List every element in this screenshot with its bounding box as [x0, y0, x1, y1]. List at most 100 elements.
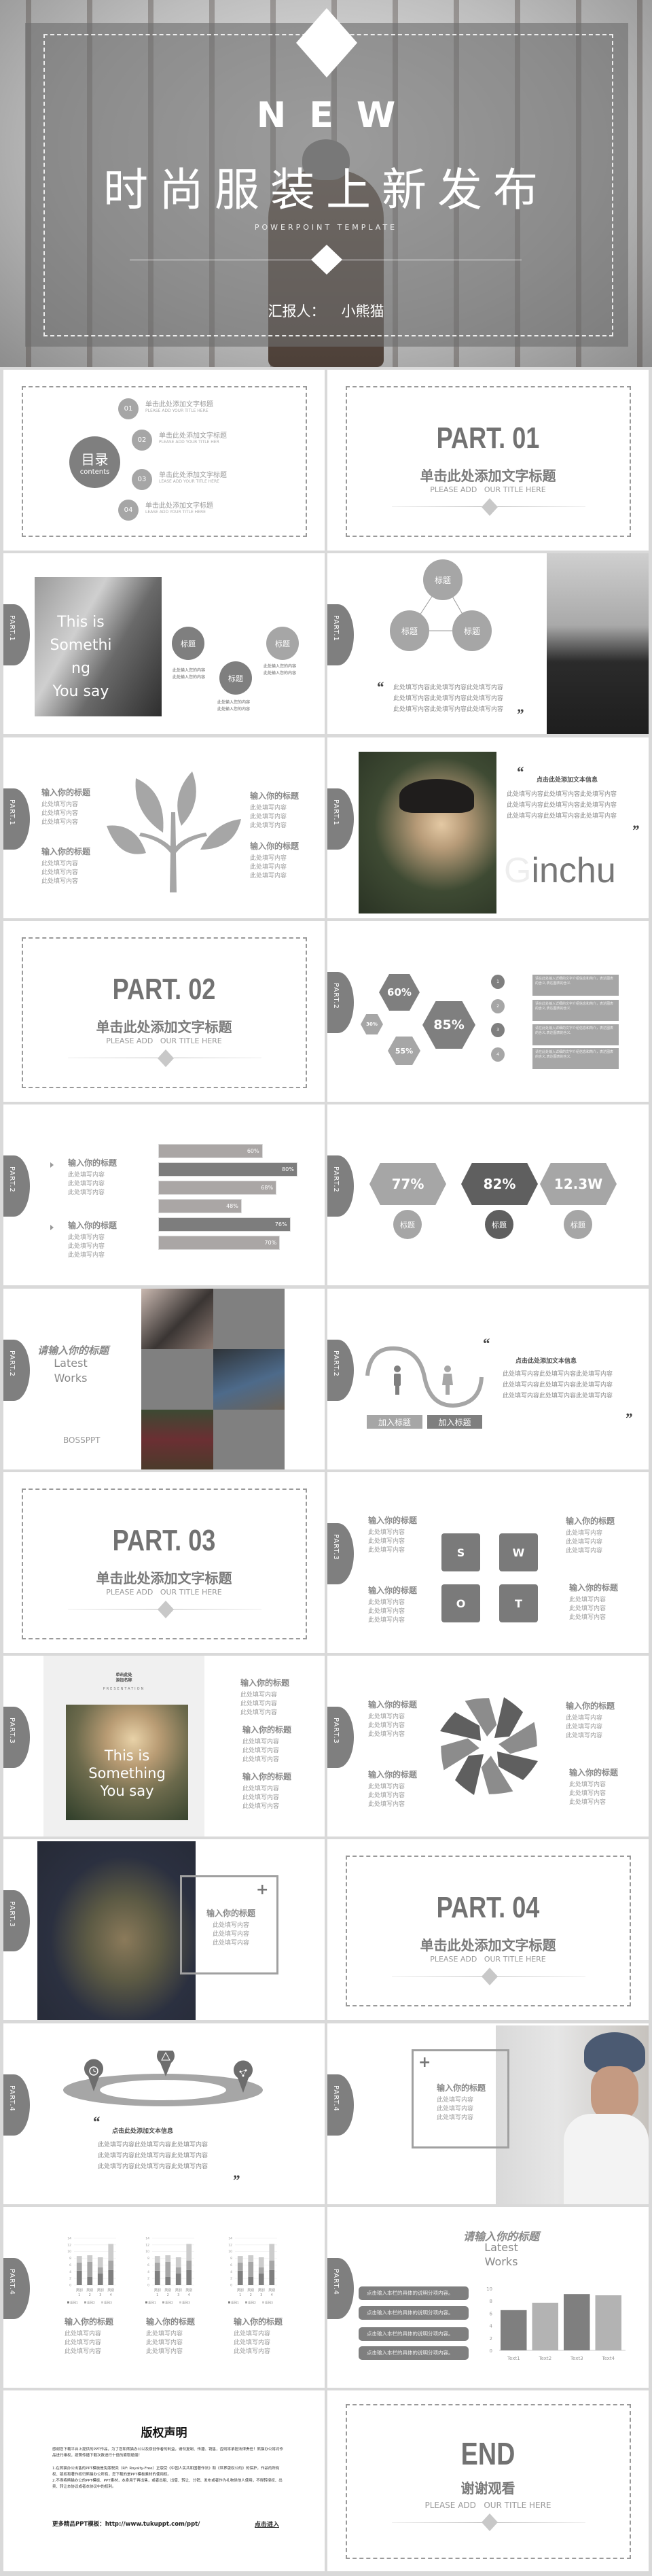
part-slide[interactable]: PART. 03 单击此处添加文字标题 PLEASE ADD OUR TITLE H…: [3, 1472, 325, 1653]
y-tick-label: 4: [230, 2270, 232, 2274]
toc-number: 02: [132, 430, 152, 451]
ring-slide[interactable]: PART.4 “ 点击此处添加文本信息 此处填写内容此处填写内容此处填写内容 此…: [3, 2023, 325, 2204]
add-title-button[interactable]: 加入标题: [367, 1415, 422, 1429]
photo-caption: This is Somethi ng You say: [40, 611, 122, 703]
bar-segment: [186, 2244, 192, 2261]
block-line: 此处填写内容: [240, 1709, 278, 1716]
x-tick-label: 3: [177, 2293, 179, 2297]
y-tick-label: 0: [147, 2284, 149, 2288]
part-tab: PART.3: [327, 1523, 354, 1584]
bar-segment: [269, 2269, 275, 2285]
part-tab: PART.4: [327, 2258, 354, 2319]
y-tick-label: 2: [490, 2336, 492, 2342]
part-tab: PART.2: [327, 1340, 354, 1401]
pinwheel-slide[interactable]: PART.3 输入你的标题 此处填写内容 此处填写内容 此处填写内容 输入你的标题 此处…: [327, 1656, 649, 1837]
part-slide[interactable]: PART. 02 单击此处添加文字标题 PLEASE ADD OUR TITLE H…: [3, 921, 325, 1102]
glasses-slide[interactable]: PART.3 + 输入你的标题 此处填写内容 此处填写内容 此处填写内容: [3, 1839, 325, 2020]
toc-item[interactable]: 01: [118, 398, 139, 419]
part-tab: PART.4: [3, 2258, 30, 2319]
block-title: 输入你的标题: [368, 1770, 418, 1779]
part-en: PLEASE ADD OUR TITLE HERE: [430, 1955, 546, 1964]
block-line: 此处填写内容: [566, 1539, 603, 1546]
end-en: PLEASE ADD OUR TITLE HERE: [424, 2501, 551, 2510]
toc-item-text[interactable]: 单击此处添加文字标题 LEASE ADD YOUR TITLE HERE: [159, 469, 227, 484]
photo: [496, 2025, 649, 2204]
part-tab-label: PART.3: [8, 1718, 16, 1744]
legend-label: 系列2: [248, 2301, 256, 2305]
x-tick-label: 4: [110, 2293, 112, 2297]
triangle-slide[interactable]: PART.1 标题 标题 标题 “ 此处填写内容此处填写内容此处填写内容 此处填…: [327, 553, 649, 734]
text-block: 输入你的标题 此处填写内容 此处填写内容 此处填写内容: [242, 1724, 291, 1764]
end-slide[interactable]: END 谢谢观看 PLEASE ADD OUR TITLE HERE: [327, 2390, 649, 2571]
hexagon-slide[interactable]: PART.2 60% 30% 55% 85% 1 2 3 4 请在此处输入详细的…: [327, 921, 649, 1102]
latest-chart-slide[interactable]: PART.4 请输入你的标题 Latest Works 点击输入本栏的具体的说明分…: [327, 2207, 649, 2388]
part-tab-label: PART.2: [332, 983, 340, 1009]
toc-slide[interactable]: 目录 contents 01 单击此处添加文字标题 PLEASE ADD YOUR…: [3, 370, 325, 551]
close-quote: ”: [232, 2172, 240, 2189]
block-title: 输入你的标题: [206, 1909, 256, 1918]
text-block: 输入你的标题 此处填写内容 此处填写内容 此处填写内容: [566, 1700, 615, 1741]
toc-item[interactable]: 02: [132, 430, 152, 451]
presentation-slide[interactable]: PART.3 单击此处 添加名称 PRESENTATION This is Som…: [3, 1656, 325, 1837]
description-pill[interactable]: 点击输入本栏的具体的说明分项内容。: [359, 2346, 469, 2360]
something-slide[interactable]: PART.1 This is Somethi ng You say 标题 标题 …: [3, 553, 325, 734]
toc-item-text[interactable]: 单击此处添加文字标题 LEASE ADD YOUR TITLE HERE: [145, 500, 213, 515]
legend-label: 系列1: [70, 2301, 78, 2305]
block-title: 输入你的标题: [68, 1158, 117, 1168]
progress-slide[interactable]: PART.2 输入你的标题 此处填写内容 此处填写内容 此处填写内容 输入你的标题 此处…: [3, 1104, 325, 1285]
legend-swatch: [245, 2301, 247, 2303]
legend-swatch: [262, 2301, 264, 2303]
block-line: 此处填写内容: [566, 1530, 603, 1537]
quote-line: 此处填写内容此处填写内容此处填写内容: [503, 1382, 613, 1389]
part-title: PART. 04: [436, 1891, 540, 1924]
part-subtitle: 单击此处添加文字标题: [420, 1937, 556, 1953]
legend-swatch: [179, 2301, 181, 2303]
toc-item-text[interactable]: 单击此处添加文字标题 PLEASE ADD YOUR TITLE HERE: [145, 398, 213, 413]
description-pill[interactable]: 点击输入本栏的具体的说明分项内容。: [359, 2327, 469, 2341]
description-pill[interactable]: 点击输入本栏的具体的说明分项内容。: [359, 2286, 469, 2300]
bar-segment: [154, 2256, 160, 2263]
y-tick-label: 4: [69, 2270, 71, 2274]
copyright-body: 感谢您下载平台上提供的PPT作品，为了您和熊猫办公以及原创作者的利益，请勿复制、…: [52, 2447, 287, 2490]
toc-item[interactable]: 04: [118, 500, 139, 521]
toc-number: 03: [132, 469, 152, 490]
block-title: 输入你的标题: [240, 1678, 290, 1688]
block-line: 此处填写内容: [368, 1722, 405, 1729]
copyright-slide[interactable]: 版权声明 感谢您下载平台上提供的PPT作品，为了您和熊猫办公以及原创作者的利益，…: [3, 2390, 325, 2571]
copyright-paragraph: 感谢您下载平台上提供的PPT作品，为了您和熊猫办公以及原创作者的利益，请勿复制、…: [52, 2448, 283, 2458]
x-tick-label: Text4: [601, 2356, 615, 2361]
minicharts-slide[interactable]: PART.4 0 2 4 6 8 10 12 14 类别 1 类别 2 类别 3 类别 4 系列1 系列2 系列3 …: [3, 2207, 325, 2388]
block-line: 此处填写内容: [250, 864, 287, 871]
block-title: 输入你的标题: [569, 1583, 619, 1592]
wave-slide[interactable]: PART.2 加入标题 加入标题 “ 点击此处添加文本信息 此处填写内容此处填写…: [327, 1289, 649, 1469]
ginchu-slide[interactable]: PART.1 “ 点击此处添加文本信息 此处填写内容此处填写内容此处填写内容 此…: [327, 737, 649, 918]
stats-slide[interactable]: PART.2 77% 82% 12.3W 标题 标题 标题: [327, 1104, 649, 1285]
more-templates-link[interactable]: 更多精品PPT模板：http://www.tukuppt.com/ppt/: [52, 2520, 200, 2528]
enter-link[interactable]: 点击进入: [255, 2520, 279, 2528]
reporter: 汇报人： 小熊猫: [0, 300, 652, 321]
toc-item[interactable]: 03: [132, 469, 152, 490]
add-title-button[interactable]: 加入标题: [427, 1415, 482, 1429]
swot-slide[interactable]: PART.3 S W O T 输入你的标题 此处填写内容 此处填写内容 此处填写内容 …: [327, 1472, 649, 1653]
toc-item-text[interactable]: 单击此处添加文字标题 PLEASE ADD YOUR TITLE HER: [159, 430, 227, 445]
x-tick-label: Text2: [538, 2356, 551, 2361]
photo: [547, 553, 649, 734]
quote-text: 此处填写内容此处填写内容此处填写内容 此处填写内容此处填写内容此处填写内容 此处…: [98, 2140, 208, 2172]
block-line: 此处填写内容: [566, 1733, 603, 1739]
x-tick-label: 2: [250, 2293, 252, 2297]
swot-o: O: [441, 1584, 480, 1622]
ginchu-wordmark: Ginchu: [504, 850, 616, 891]
description-pill[interactable]: 点击输入本栏的具体的说明分项内容。: [359, 2306, 469, 2320]
bar-segment: [237, 2262, 243, 2271]
block-line: 此处填写内容: [569, 1597, 606, 1603]
quote-text: 此处填写内容此处填写内容此处填写内容 此处填写内容此处填写内容此处填写内容 此处…: [507, 789, 617, 822]
legend-swatch: [228, 2301, 230, 2303]
tree-slide[interactable]: PART.1 输入你的标题 此处填写内容 此处填写内容 此处填写内容 输入你的标题 此处…: [3, 737, 325, 918]
toc-item-title: 单击此处添加文字标题: [159, 432, 227, 440]
capman-slide[interactable]: PART.4 + 输入你的标题 此处填写内容 此处填写内容 此处填写内容: [327, 2023, 649, 2204]
x-tick-label: 类别: [107, 2288, 114, 2293]
photo-caption: This is Something You say: [66, 1747, 188, 1800]
part-slide[interactable]: PART. 04 单击此处添加文字标题 PLEASE ADD OUR TITLE H…: [327, 1839, 649, 2020]
part-slide[interactable]: PART. 01 单击此处添加文字标题 PLEASE ADD OUR TITLE H…: [327, 370, 649, 551]
latest-works-slide[interactable]: PART.2 请输入你的标题 Latest Works BOSSPPT: [3, 1289, 325, 1469]
